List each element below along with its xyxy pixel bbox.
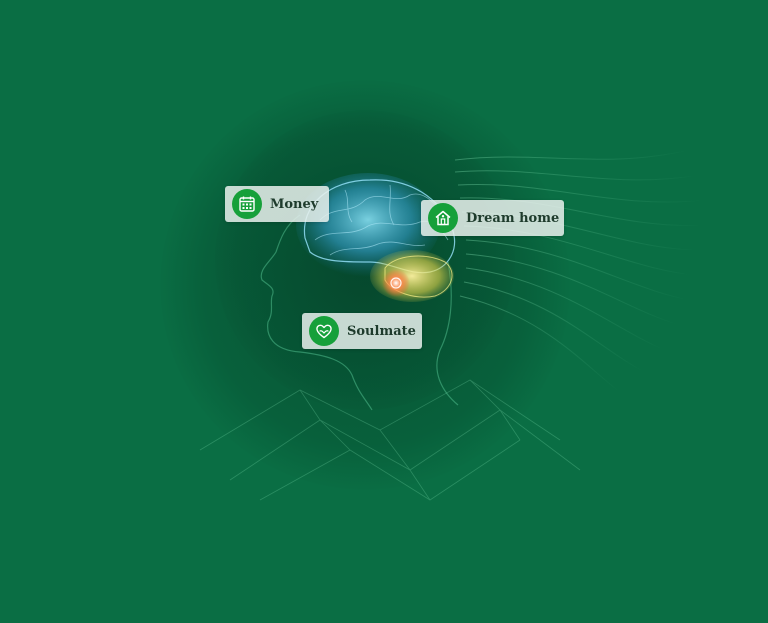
network-lines — [199, 379, 581, 501]
heart-icon — [309, 316, 339, 346]
soulmate-label-text: Soulmate — [347, 323, 416, 339]
hero-illustration: Money Dream home Soulmate — [0, 0, 768, 623]
dream-home-label-text: Dream home — [466, 210, 560, 226]
money-label: Money — [225, 186, 329, 222]
dream-home-label: Dream home — [421, 200, 564, 236]
brain-hotspot — [382, 269, 410, 297]
light-streams — [454, 149, 706, 393]
soulmate-label: Soulmate — [302, 313, 422, 349]
head-brain-graphic — [199, 149, 706, 501]
calendar-icon — [232, 189, 262, 219]
money-label-text: Money — [270, 196, 319, 212]
house-icon — [428, 203, 458, 233]
